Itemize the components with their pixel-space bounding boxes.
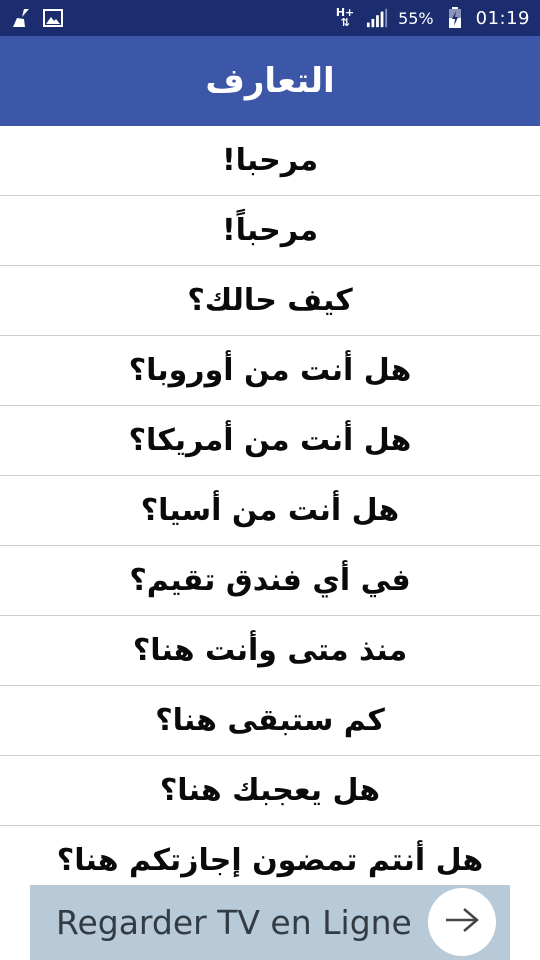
battery-charging-icon	[444, 7, 466, 29]
phrase-text: مرحباً!	[221, 213, 319, 248]
phrase-text: كم ستبقى هنا؟	[155, 703, 385, 738]
cleaner-broom-icon	[10, 7, 32, 29]
list-item[interactable]: هل أنت من أسيا؟	[0, 476, 540, 546]
status-bar-right: H+ ⇅ 55% 01:19	[334, 7, 530, 29]
ad-text: Regarder TV en Ligne	[56, 903, 412, 942]
list-item[interactable]: كم ستبقى هنا؟	[0, 686, 540, 756]
phrase-text: في أي فندق تقيم؟	[129, 563, 411, 598]
phrase-text: منذ متى وأنت هنا؟	[132, 633, 408, 668]
list-item[interactable]: مرحباً!	[0, 196, 540, 266]
gallery-image-icon	[42, 7, 64, 29]
list-item[interactable]: منذ متى وأنت هنا؟	[0, 616, 540, 686]
list-item[interactable]: هل أنتم تمضون إجازتكم هنا؟	[0, 826, 540, 886]
ad-open-button[interactable]	[428, 888, 496, 956]
list-item[interactable]: مرحبا!	[0, 126, 540, 196]
phrase-text: كيف حالك؟	[187, 283, 353, 318]
status-bar: H+ ⇅ 55% 01:19	[0, 0, 540, 36]
clock: 01:19	[475, 7, 530, 29]
list-item[interactable]: في أي فندق تقيم؟	[0, 546, 540, 616]
list-item[interactable]: هل أنت من أمريكا؟	[0, 406, 540, 476]
phrase-text: هل أنت من أوروبا؟	[128, 353, 412, 388]
list-item[interactable]: هل أنت من أوروبا؟	[0, 336, 540, 406]
phrase-text: مرحبا!	[221, 143, 319, 178]
data-arrows-icon: H+ ⇅	[335, 6, 355, 29]
battery-percent: 55%	[398, 8, 434, 28]
app-bar: التعارف	[0, 36, 540, 126]
signal-icon	[366, 7, 388, 29]
phrase-text: هل أنتم تمضون إجازتكم هنا؟	[56, 843, 484, 878]
phrase-text: هل يعجبك هنا؟	[159, 773, 381, 808]
status-bar-left	[10, 7, 64, 29]
list-item[interactable]: كيف حالك؟	[0, 266, 540, 336]
phrase-text: هل أنت من أمريكا؟	[128, 423, 412, 458]
ad-banner[interactable]: Regarder TV en Ligne	[30, 885, 510, 960]
arrow-right-icon	[442, 905, 482, 939]
screen: H+ ⇅ 55% 01:19 التعارف مرحبا! مرحباً! كي…	[0, 0, 540, 960]
list-item[interactable]: هل يعجبك هنا؟	[0, 756, 540, 826]
phrase-list: مرحبا! مرحباً! كيف حالك؟ هل أنت من أوروب…	[0, 126, 540, 886]
phrase-text: هل أنت من أسيا؟	[140, 493, 400, 528]
page-title: التعارف	[205, 61, 335, 101]
